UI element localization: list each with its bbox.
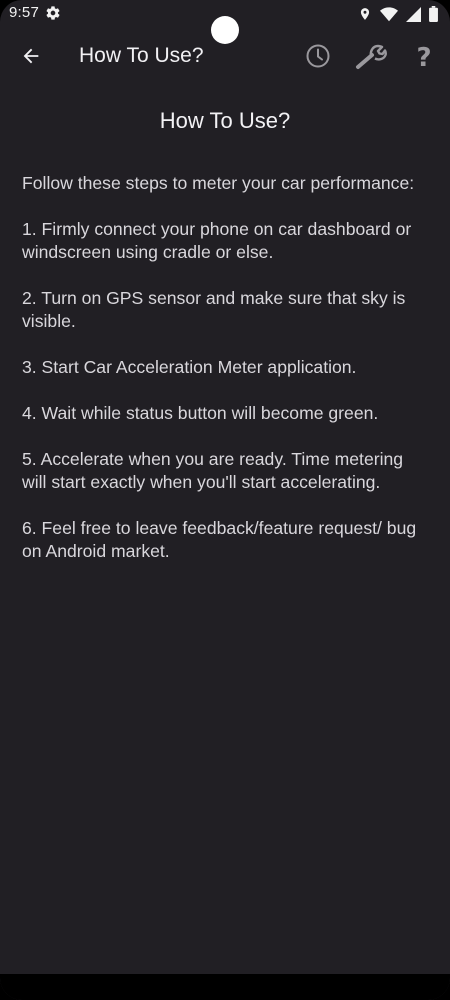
page-heading: How To Use? <box>159 108 291 133</box>
signal-icon <box>406 6 421 22</box>
instruction-step-2: 2. Turn on GPS sensor and make sure that… <box>22 288 406 331</box>
app-bar-title: How To Use? <box>79 44 204 67</box>
system-navigation-bar <box>0 974 450 1000</box>
location-icon <box>358 6 372 22</box>
status-bar: 9:57 <box>0 0 450 44</box>
instruction-step-6: 6. Feel free to leave feedback/feature r… <box>22 518 417 561</box>
wifi-icon <box>380 6 398 22</box>
help-button[interactable]: ? <box>405 39 443 77</box>
settings-button[interactable] <box>352 39 390 77</box>
back-button[interactable] <box>14 41 48 75</box>
instruction-step-3: 3. Start Car Acceleration Meter applicat… <box>22 357 357 377</box>
status-time: 9:57 <box>9 4 39 21</box>
arrow-back-icon <box>20 45 42 72</box>
question-mark-icon: ? <box>416 43 432 73</box>
history-button[interactable] <box>299 39 337 77</box>
clock-icon <box>305 43 331 74</box>
screen: 9:57 How To Use? ? How To Use? Follow th… <box>0 0 450 1000</box>
instruction-step-1: 1. Firmly connect your phone on car dash… <box>22 219 412 262</box>
instruction-step-5: 5. Accelerate when you are ready. Time m… <box>22 449 404 492</box>
wrench-icon <box>355 41 387 76</box>
instructions-intro: Follow these steps to meter your car per… <box>22 173 415 193</box>
instructions-text: Follow these steps to meter your car per… <box>22 172 432 586</box>
status-icons <box>358 5 438 23</box>
app-bar: How To Use? ? <box>0 28 450 86</box>
gear-icon <box>45 5 61 21</box>
content-area: How To Use? <box>0 86 450 134</box>
battery-icon <box>429 6 438 22</box>
instruction-step-4: 4. Wait while status button will become … <box>22 403 379 423</box>
